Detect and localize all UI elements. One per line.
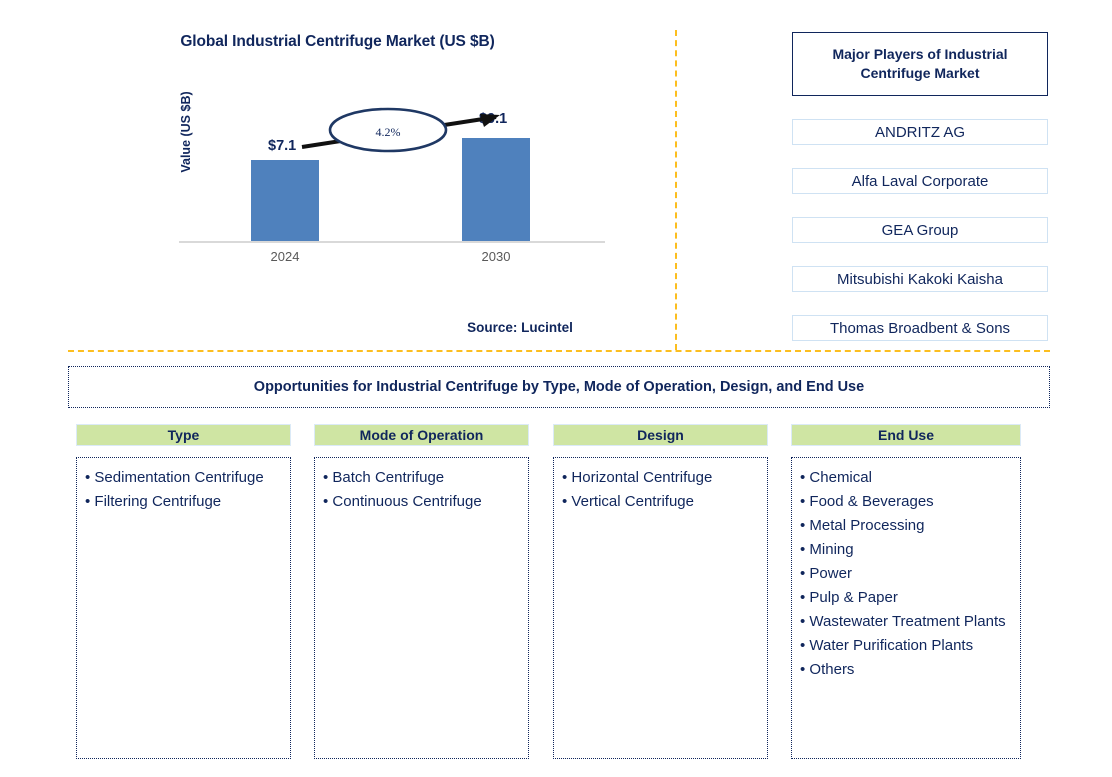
list-item: Filtering Centrifuge: [85, 492, 284, 512]
major-players-header: Major Players of Industrial Centrifuge M…: [792, 32, 1048, 96]
x-tick-2024: 2024: [270, 249, 300, 264]
column-body-mode-of-operation: Batch Centrifuge Continuous Centrifuge: [314, 457, 529, 759]
bar-2024: [251, 160, 319, 241]
list-item: Chemical: [800, 468, 1014, 488]
horizontal-divider: [68, 350, 1050, 352]
list-item: Sedimentation Centrifuge: [85, 468, 284, 488]
list-item: Wastewater Treatment Plants: [800, 612, 1014, 632]
source-label: Source: Lucintel: [467, 320, 573, 335]
column-type: Type Sedimentation Centrifuge Filtering …: [76, 424, 291, 759]
list-item: Horizontal Centrifuge: [562, 468, 761, 488]
cagr-label: 4.2%: [375, 125, 401, 139]
top-section: Global Industrial Centrifuge Market (US …: [0, 0, 1112, 352]
bar-chart: Value (US $B) $7.1 $9.1 2024 2030 4.2%: [0, 0, 675, 300]
major-players-panel: Major Players of Industrial Centrifuge M…: [792, 32, 1048, 341]
list-item: Mining: [800, 540, 1014, 560]
vertical-divider: [675, 30, 677, 350]
list-item: Vertical Centrifuge: [562, 492, 761, 512]
column-body-type: Sedimentation Centrifuge Filtering Centr…: [76, 457, 291, 759]
column-end-use: End Use Chemical Food & Beverages Metal …: [791, 424, 1021, 759]
column-body-end-use: Chemical Food & Beverages Metal Processi…: [791, 457, 1021, 759]
player-item-2[interactable]: GEA Group: [792, 217, 1048, 243]
list-item: Food & Beverages: [800, 492, 1014, 512]
list-item: Continuous Centrifuge: [323, 492, 522, 512]
player-item-4[interactable]: Thomas Broadbent & Sons: [792, 315, 1048, 341]
column-mode-of-operation: Mode of Operation Batch Centrifuge Conti…: [314, 424, 529, 759]
column-header-end-use: End Use: [791, 424, 1021, 446]
player-item-3[interactable]: Mitsubishi Kakoki Kaisha: [792, 266, 1048, 292]
list-item: Pulp & Paper: [800, 588, 1014, 608]
list-item: Batch Centrifuge: [323, 468, 522, 488]
column-header-mode-of-operation: Mode of Operation: [314, 424, 529, 446]
bar-value-2024: $7.1: [268, 138, 297, 154]
opportunities-banner: Opportunities for Industrial Centrifuge …: [68, 366, 1050, 408]
list-item: Metal Processing: [800, 516, 1014, 536]
y-axis-label: Value (US $B): [179, 91, 193, 173]
column-header-type: Type: [76, 424, 291, 446]
x-tick-2030: 2030: [481, 249, 511, 264]
list-item: Others: [800, 660, 1014, 680]
column-body-design: Horizontal Centrifuge Vertical Centrifug…: [553, 457, 768, 759]
list-item: Water Purification Plants: [800, 636, 1014, 656]
column-header-design: Design: [553, 424, 768, 446]
list-item: Power: [800, 564, 1014, 584]
player-item-1[interactable]: Alfa Laval Corporate: [792, 168, 1048, 194]
chart-panel: Global Industrial Centrifuge Market (US …: [0, 0, 675, 352]
opportunity-columns: Type Sedimentation Centrifuge Filtering …: [0, 424, 1112, 764]
x-axis-line: [179, 241, 605, 243]
player-item-0[interactable]: ANDRITZ AG: [792, 119, 1048, 145]
column-design: Design Horizontal Centrifuge Vertical Ce…: [553, 424, 768, 759]
